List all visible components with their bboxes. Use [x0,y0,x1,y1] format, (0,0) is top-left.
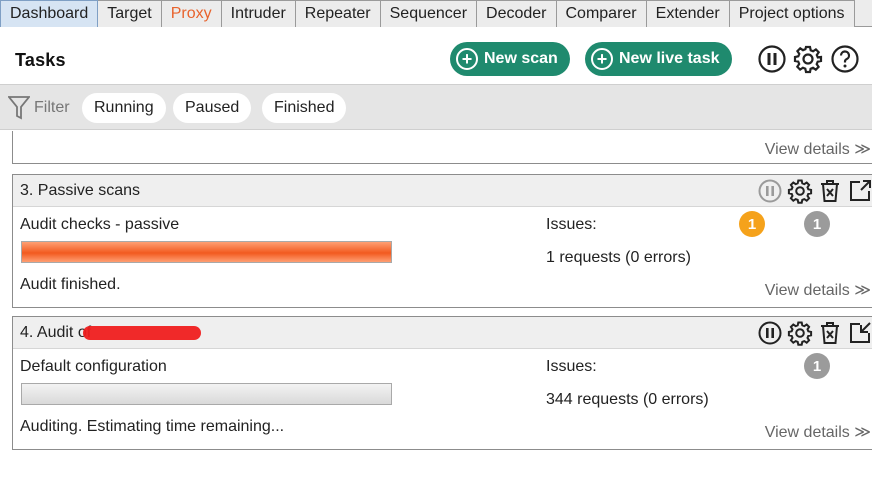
task-header: 4. Audit of [13,317,872,349]
tab-dashboard[interactable]: Dashboard [0,0,99,27]
filter-chip-running[interactable]: Running [82,93,166,123]
task-body: Audit checks - passive Audit finished. I… [13,207,872,308]
filter-chip-finished[interactable]: Finished [262,93,347,123]
progress-bar [21,383,392,405]
new-live-task-label: New live task [619,50,720,67]
tab-target[interactable]: Target [98,0,162,27]
view-details-link[interactable]: View details ≫ [765,422,871,442]
new-scan-button[interactable]: + New scan [450,42,570,76]
pop-out-icon[interactable] [847,178,872,204]
new-live-task-button[interactable]: + New live task [585,42,732,76]
task-card: View details ≫ [12,131,872,164]
task-actions [757,320,872,346]
view-details-link[interactable]: View details ≫ [765,280,871,300]
new-scan-label: New scan [484,50,558,67]
task-card: 4. Audit of Default configuration Auditi… [12,316,872,450]
task-body: Default configuration Auditing. Estimati… [13,349,872,450]
view-details-link[interactable]: View details ≫ [765,139,871,159]
gear-icon[interactable] [793,44,823,74]
funnel-icon [8,96,30,120]
help-icon[interactable] [830,44,860,74]
task-title: 3. Passive scans [20,182,141,199]
issues-label: Issues: [546,358,597,375]
task-header: 3. Passive scans [13,175,872,207]
pop-in-icon[interactable] [847,320,872,346]
tab-proxy[interactable]: Proxy [161,0,222,27]
double-chevron-right-icon: ≫ [854,282,871,299]
task-card: 3. Passive scans Audit checks - passive … [12,174,872,308]
delete-icon[interactable] [817,320,843,346]
tab-sequencer[interactable]: Sequencer [380,0,478,27]
tab-repeater[interactable]: Repeater [295,0,381,27]
tab-extender[interactable]: Extender [646,0,730,27]
plus-circle-icon: + [591,48,613,70]
filter-bar: Filter Running Paused Finished [0,84,872,130]
double-chevron-right-icon: ≫ [854,424,871,441]
pause-icon[interactable] [757,178,783,204]
task-title: 4. Audit of [20,324,92,341]
tab-decoder[interactable]: Decoder [477,0,557,27]
filter-control[interactable]: Filter [8,95,70,121]
issue-count-medium-badge[interactable]: 1 [739,211,765,237]
task-status: Auditing. Estimating time remaining... [20,418,285,435]
tab-project-options[interactable]: Project options [729,0,855,27]
pause-icon[interactable] [757,44,787,74]
pause-icon[interactable] [757,320,783,346]
issues-label: Issues: [546,216,597,233]
progress-fill [22,242,391,262]
plus-circle-icon: + [456,48,478,70]
progress-bar [21,241,392,263]
requests-count: 344 requests (0 errors) [546,391,709,408]
double-chevron-right-icon: ≫ [854,141,871,158]
tab-intruder[interactable]: Intruder [221,0,296,27]
task-list[interactable]: View details ≫ 3. Passive scans Audit ch… [5,131,872,482]
task-subtitle: Default configuration [20,358,167,375]
issue-count-info-badge[interactable]: 1 [804,353,830,379]
redaction-scribble [83,326,201,340]
task-actions [757,178,872,204]
task-status: Audit finished. [20,276,121,293]
filter-label: Filter [34,99,70,116]
tasks-header: Tasks + New scan + New live task [0,27,872,83]
gear-icon[interactable] [787,320,813,346]
delete-icon[interactable] [817,178,843,204]
issue-count-info-badge[interactable]: 1 [804,211,830,237]
filter-chip-paused[interactable]: Paused [173,93,252,123]
tasks-title: Tasks [15,50,66,70]
tab-comparer[interactable]: Comparer [556,0,647,27]
requests-count: 1 requests (0 errors) [546,249,691,266]
task-subtitle: Audit checks - passive [20,216,180,233]
main-tab-bar: Dashboard Target Proxy Intruder Repeater… [0,0,872,27]
gear-icon[interactable] [787,178,813,204]
window-edge-icon [864,44,872,74]
